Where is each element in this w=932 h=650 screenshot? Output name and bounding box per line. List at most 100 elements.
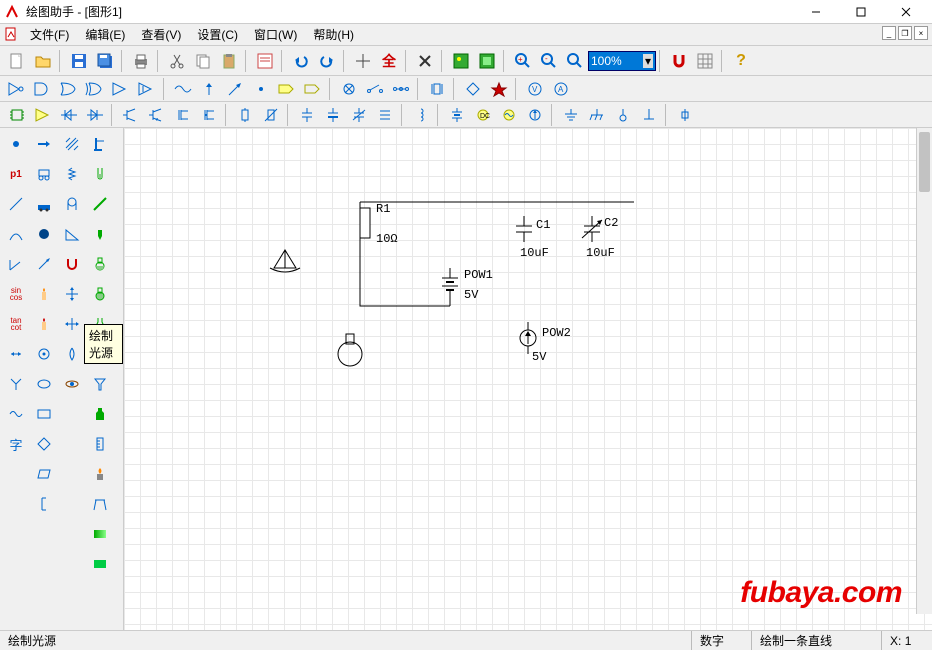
vector-arrow-tool[interactable] (31, 251, 57, 277)
menu-window[interactable]: 窗口(W) (246, 24, 305, 45)
mdi-close[interactable]: × (914, 26, 928, 40)
battery-icon[interactable] (445, 103, 469, 127)
zoom-in-button[interactable]: + (511, 49, 535, 73)
gradient-tool[interactable] (87, 521, 113, 547)
block-tool[interactable] (31, 191, 57, 217)
probe-diag-icon[interactable] (223, 77, 247, 101)
close-button[interactable] (883, 0, 928, 24)
and-gate-icon[interactable] (31, 77, 55, 101)
dropper-tool[interactable] (87, 221, 113, 247)
terminal-bar-icon[interactable] (637, 103, 661, 127)
sin-cos-tool[interactable]: sincos (3, 281, 29, 307)
bracket-tool[interactable] (31, 491, 57, 517)
circle-dot-tool[interactable] (31, 341, 57, 367)
graduated-tool[interactable] (87, 431, 113, 457)
save-all-button[interactable] (93, 49, 117, 73)
opamp-icon[interactable] (31, 103, 55, 127)
chip-icon[interactable] (5, 103, 29, 127)
tag2-icon[interactable] (301, 77, 325, 101)
not-gate-icon[interactable] (5, 77, 29, 101)
wave-icon[interactable] (171, 77, 195, 101)
probe-up-icon[interactable] (197, 77, 221, 101)
curve-tool[interactable] (3, 221, 29, 247)
angle-tool[interactable] (3, 251, 29, 277)
funnel-tool[interactable] (87, 371, 113, 397)
select-all-button[interactable]: 全 (377, 49, 401, 73)
line-tool2[interactable] (87, 191, 113, 217)
menu-view[interactable]: 查看(V) (133, 24, 189, 45)
stand-tool[interactable] (87, 131, 113, 157)
lens-tool[interactable] (59, 341, 85, 367)
mdi-minimize[interactable]: _ (882, 26, 896, 40)
new-file-button[interactable] (5, 49, 29, 73)
parallelogram-tool[interactable] (31, 461, 57, 487)
cross-arrows2-tool[interactable] (59, 311, 85, 337)
dc-source-icon[interactable]: DC (471, 103, 495, 127)
fet-p-icon[interactable] (197, 103, 221, 127)
undo-button[interactable] (289, 49, 313, 73)
amplifier-icon[interactable] (135, 77, 159, 101)
pnp-icon[interactable] (145, 103, 169, 127)
buffer-gate-icon[interactable] (109, 77, 133, 101)
chassis-ground-icon[interactable] (585, 103, 609, 127)
fet-n-icon[interactable] (171, 103, 195, 127)
candle2-tool[interactable] (31, 311, 57, 337)
vertical-scrollbar[interactable] (916, 128, 932, 614)
mdi-restore[interactable]: ❐ (898, 26, 912, 40)
print-button[interactable] (129, 49, 153, 73)
rect-tool[interactable] (31, 401, 57, 427)
resistor-v-icon[interactable] (233, 103, 257, 127)
node-icon[interactable] (249, 77, 273, 101)
image-tool-2[interactable] (475, 49, 499, 73)
lamp-icon[interactable] (337, 77, 361, 101)
diamond-tool[interactable] (31, 431, 57, 457)
pulley-tool[interactable] (59, 191, 85, 217)
hatch-tool[interactable] (59, 131, 85, 157)
bottle-tool[interactable] (87, 401, 113, 427)
burner-tool[interactable] (87, 461, 113, 487)
eye-tool[interactable] (59, 371, 85, 397)
terminal-circle-icon[interactable] (611, 103, 635, 127)
flask-round-tool[interactable] (87, 251, 113, 277)
line-tool[interactable] (3, 191, 29, 217)
tan-cot-tool[interactable]: tancot (3, 311, 29, 337)
voltmeter-icon[interactable]: V (523, 77, 547, 101)
menu-file[interactable]: 文件(F) (22, 24, 77, 45)
ac-source-icon[interactable] (497, 103, 521, 127)
ground-icon[interactable] (559, 103, 583, 127)
diode-left-icon[interactable] (57, 103, 81, 127)
xor-gate-icon[interactable] (83, 77, 107, 101)
cart-tool[interactable] (31, 161, 57, 187)
image-tool-1[interactable] (449, 49, 473, 73)
capacitor-3-icon[interactable] (373, 103, 397, 127)
arrows-tool[interactable] (3, 341, 29, 367)
switch-open-icon[interactable] (363, 77, 387, 101)
zoom-level-select[interactable]: 100% ▾ (588, 51, 656, 71)
diode-right-icon[interactable] (83, 103, 107, 127)
fork-tool[interactable] (3, 371, 29, 397)
connector-icon[interactable] (673, 103, 697, 127)
spring-tool[interactable] (59, 161, 85, 187)
grid-button[interactable] (693, 49, 717, 73)
star-icon[interactable] (487, 77, 511, 101)
cross-arrows-tool[interactable] (59, 281, 85, 307)
or-gate-icon[interactable] (57, 77, 81, 101)
gradient2-tool[interactable] (87, 551, 113, 577)
current-source-icon[interactable] (523, 103, 547, 127)
magnet-button[interactable] (667, 49, 691, 73)
tag-icon[interactable] (275, 77, 299, 101)
redo-button[interactable] (315, 49, 339, 73)
resistor-var-icon[interactable] (259, 103, 283, 127)
cut-button[interactable] (165, 49, 189, 73)
ammeter-icon[interactable]: A (549, 77, 573, 101)
point-tool[interactable] (3, 131, 29, 157)
crosshair-button[interactable] (351, 49, 375, 73)
sphere-tool[interactable] (31, 221, 57, 247)
capacitor-pol-icon[interactable] (321, 103, 345, 127)
ellipse-tool[interactable] (31, 371, 57, 397)
test-tube-tool[interactable] (87, 161, 113, 187)
magnet-tool[interactable] (59, 251, 85, 277)
flask-round2-tool[interactable] (87, 281, 113, 307)
maximize-button[interactable] (838, 0, 883, 24)
help-button[interactable]: ? (729, 49, 753, 73)
